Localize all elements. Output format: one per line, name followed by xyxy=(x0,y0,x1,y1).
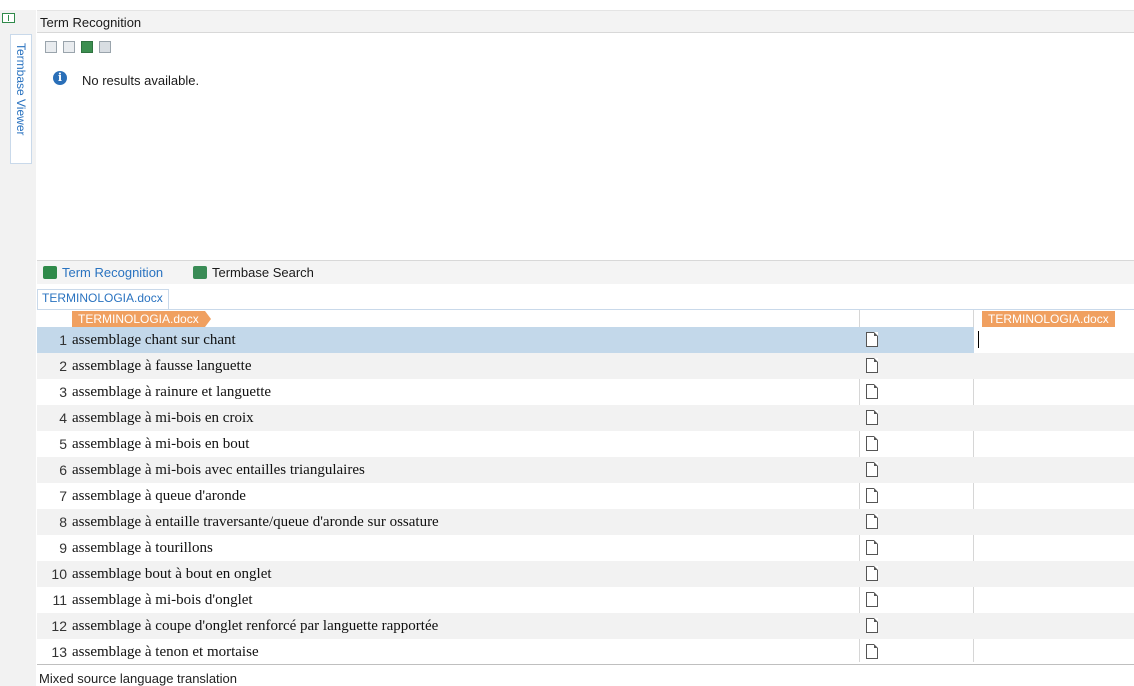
termbase-search-icon xyxy=(193,266,207,279)
segment-target-cell[interactable] xyxy=(974,327,1134,353)
segment-number: 4 xyxy=(59,410,67,426)
no-results-message: No results available. xyxy=(82,73,200,88)
segment-row[interactable]: 1 assemblage chant sur chant xyxy=(37,327,1134,353)
segment-source-text[interactable]: assemblage chant sur chant xyxy=(72,327,236,353)
segment-status-document-icon xyxy=(866,488,878,503)
segment-target-cell[interactable] xyxy=(974,509,1134,535)
termbase-viewer-button-icon[interactable] xyxy=(45,41,57,53)
segment-row[interactable]: 2 assemblage à fausse languette xyxy=(37,353,1134,379)
segment-row[interactable]: 7 assemblage à queue d'aronde xyxy=(37,483,1134,509)
segment-source-text[interactable]: assemblage à fausse languette xyxy=(72,353,252,379)
segment-number: 12 xyxy=(51,618,67,634)
segment-number: 9 xyxy=(59,540,67,556)
segment-status-document-icon xyxy=(866,332,878,347)
segment-status-document-icon xyxy=(866,566,878,581)
segment-number: 10 xyxy=(51,566,67,582)
tab-term-recognition[interactable]: Term Recognition xyxy=(42,265,163,281)
segment-target-cell[interactable] xyxy=(974,405,1134,431)
segment-status-document-icon xyxy=(866,436,878,451)
text-caret xyxy=(978,331,979,348)
segment-status-document-icon xyxy=(866,384,878,399)
segment-row[interactable]: 4 assemblage à mi-bois en croix xyxy=(37,405,1134,431)
segment-row[interactable]: 5 assemblage à mi-bois en bout xyxy=(37,431,1134,457)
status-text: Mixed source language translation xyxy=(39,671,238,686)
segment-source-text[interactable]: assemblage à tourillons xyxy=(72,535,213,561)
segment-source-text[interactable]: assemblage bout à bout en onglet xyxy=(72,561,272,587)
segment-number: 3 xyxy=(59,384,67,400)
segment-status-document-icon xyxy=(866,618,878,633)
segment-number: 8 xyxy=(59,514,67,530)
segment-source-text[interactable]: assemblage à coupe d'onglet renforcé par… xyxy=(72,613,438,639)
info-icon: i xyxy=(53,71,67,85)
termbase-settings-icon[interactable] xyxy=(99,41,111,53)
term-recognition-toolbar xyxy=(37,36,1134,58)
segment-status-document-icon xyxy=(866,592,878,607)
segment-target-cell[interactable] xyxy=(974,431,1134,457)
segment-target-cell[interactable] xyxy=(974,587,1134,613)
segment-number: 6 xyxy=(59,462,67,478)
quick-add-term-icon[interactable] xyxy=(81,41,93,53)
left-side-strip: Termbase Viewer xyxy=(0,10,36,686)
term-recognition-header: Term Recognition xyxy=(37,10,1134,33)
segment-row[interactable]: 12 assemblage à coupe d'onglet renforcé p… xyxy=(37,613,1134,639)
segment-row[interactable]: 13 assemblage à tenon et mortaise xyxy=(37,639,1134,665)
segment-number: 13 xyxy=(51,644,67,660)
segment-number: 2 xyxy=(59,358,67,374)
segment-status-document-icon xyxy=(866,644,878,659)
segment-source-text[interactable]: assemblage à mi-bois avec entailles tria… xyxy=(72,457,365,483)
termbase-viewer-label: Termbase Viewer xyxy=(14,43,28,136)
document-tab[interactable]: TERMINOLOGIA.docx xyxy=(37,289,169,309)
target-file-tag: TERMINOLOGIA.docx xyxy=(982,311,1115,327)
segment-target-cell[interactable] xyxy=(974,639,1134,665)
segment-row[interactable]: 3 assemblage à rainure et languette xyxy=(37,379,1134,405)
segment-number: 1 xyxy=(59,332,67,348)
segment-target-cell[interactable] xyxy=(974,353,1134,379)
term-recognition-icon xyxy=(43,266,57,279)
segment-row[interactable]: 9 assemblage à tourillons xyxy=(37,535,1134,561)
tab-term-recognition-label: Term Recognition xyxy=(62,265,164,280)
segment-source-text[interactable]: assemblage à mi-bois en croix xyxy=(72,405,254,431)
add-term-icon[interactable] xyxy=(63,41,75,53)
segment-status-document-icon xyxy=(866,514,878,529)
segment-source-text[interactable]: assemblage à mi-bois d'onglet xyxy=(72,587,253,613)
segment-row[interactable]: 11 assemblage à mi-bois d'onglet xyxy=(37,587,1134,613)
tab-termbase-search[interactable]: Termbase Search xyxy=(192,265,314,281)
panel-tab-strip: Term Recognition Termbase Search xyxy=(37,260,1134,284)
segment-target-cell[interactable] xyxy=(974,483,1134,509)
segment-number: 11 xyxy=(52,592,67,608)
termbase-viewer-icon[interactable] xyxy=(2,13,15,23)
segment-status-document-icon xyxy=(866,462,878,477)
segment-status-document-icon xyxy=(866,358,878,373)
status-bar: Mixed source language translation xyxy=(37,664,1134,686)
tab-termbase-search-label: Termbase Search xyxy=(212,265,314,280)
termbase-viewer-tab[interactable]: Termbase Viewer xyxy=(10,34,32,164)
segment-source-text[interactable]: assemblage à entaille traversante/queue … xyxy=(72,509,439,535)
segment-target-cell[interactable] xyxy=(974,457,1134,483)
segment-number: 5 xyxy=(59,436,67,452)
segment-target-cell[interactable] xyxy=(974,535,1134,561)
segment-target-cell[interactable] xyxy=(974,613,1134,639)
segment-target-cell[interactable] xyxy=(974,561,1134,587)
source-file-tag: TERMINOLOGIA.docx xyxy=(72,311,211,327)
segment-status-document-icon xyxy=(866,540,878,555)
term-recognition-panel: Term Recognition i No results available. xyxy=(37,10,1134,260)
segment-source-text[interactable]: assemblage à queue d'aronde xyxy=(72,483,246,509)
segment-target-cell[interactable] xyxy=(974,379,1134,405)
segment-source-text[interactable]: assemblage à rainure et languette xyxy=(72,379,271,405)
segment-row[interactable]: 10 assemblage bout à bout en onglet xyxy=(37,561,1134,587)
segment-status-document-icon xyxy=(866,410,878,425)
segment-row[interactable]: 6 assemblage à mi-bois avec entailles tri… xyxy=(37,457,1134,483)
segment-source-text[interactable]: assemblage à mi-bois en bout xyxy=(72,431,249,457)
editor-grid: TERMINOLOGIA.docx TERMINOLOGIA.docx 1 ass… xyxy=(37,309,1134,662)
segment-number: 7 xyxy=(59,488,67,504)
segment-rows: 1 assemblage chant sur chant 2 assemblage à… xyxy=(37,327,1134,665)
segment-row[interactable]: 8 assemblage à entaille traversante/queue… xyxy=(37,509,1134,535)
segment-source-text[interactable]: assemblage à tenon et mortaise xyxy=(72,639,259,665)
term-recognition-title: Term Recognition xyxy=(40,15,142,30)
